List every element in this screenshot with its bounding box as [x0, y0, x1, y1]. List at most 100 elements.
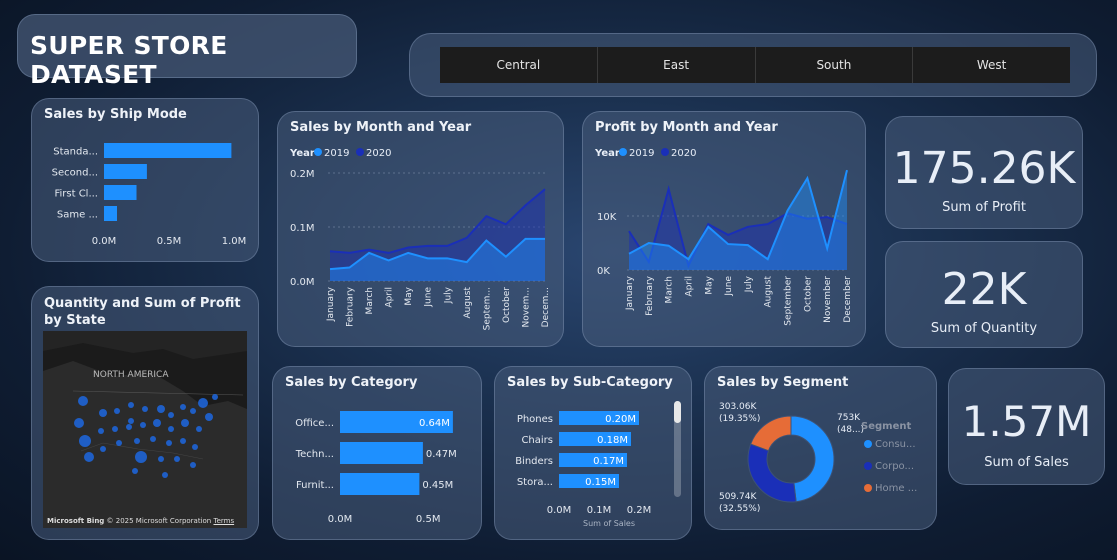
state-bubble[interactable] [168, 426, 174, 432]
map-svg: NORTH AMERICA [43, 331, 247, 528]
bar[interactable] [104, 164, 147, 179]
category-card[interactable]: Sales by Category Office... 0.64M Techn...… [272, 366, 482, 540]
bar[interactable] [104, 185, 137, 200]
sales-month-card[interactable]: Sales by Month and Year Year 2019 2020 0.0M… [277, 111, 564, 347]
profit-month-chart[interactable]: Year 2019 2020 0K 10K January February March Apr… [583, 112, 867, 348]
ship-mode-card[interactable]: Sales by Ship Mode Standa... Second... Fir… [31, 98, 259, 262]
bar-category-label: Same ... [57, 210, 98, 221]
subcategory-chart[interactable]: Phones 0.20M Chairs 0.18M Binders 0.17M Stora.… [495, 367, 693, 541]
subcategory-card[interactable]: Sales by Sub-Category Phones 0.20M Chairs 0… [494, 366, 692, 540]
state-bubble[interactable] [157, 405, 165, 413]
state-bubble[interactable] [112, 426, 118, 432]
axis-tick-label: 0.5M [157, 236, 182, 247]
x-tick-label: September [784, 276, 794, 326]
dashboard-title: SUPER STORE DATASET [30, 31, 228, 89]
category-chart[interactable]: Office... 0.64M Techn... 0.47M Furnit... 0.45… [273, 367, 483, 541]
x-tick-label: October [803, 276, 813, 312]
bar-category-label: Office... [295, 418, 334, 429]
land-shape [43, 361, 247, 528]
state-bubble[interactable] [190, 408, 196, 414]
state-bubble[interactable] [140, 422, 146, 428]
region-slicer-card: Central East South West [409, 33, 1097, 97]
map-credit: Microsoft Bing © 2025 Microsoft Corporat… [47, 517, 234, 525]
state-bubble[interactable] [126, 424, 132, 430]
region-slicer: Central East South West [440, 47, 1070, 83]
segment-chart[interactable]: 303.06K (19.35%) 753K (48...) 509.74K (32.55%… [705, 367, 938, 531]
state-bubble[interactable] [192, 444, 198, 450]
slicer-option-east[interactable]: East [597, 47, 756, 83]
state-bubble[interactable] [128, 418, 134, 424]
x-tick-label: April [385, 287, 395, 308]
scrollbar-thumb[interactable] [674, 401, 681, 423]
profit-month-card[interactable]: Profit by Month and Year Year 2019 2020 0K 1… [582, 111, 866, 347]
state-bubble[interactable] [181, 419, 189, 427]
donut-data-label: 303.06K [719, 402, 757, 412]
map-card[interactable]: Quantity and Sum of Profit by State NORT… [31, 286, 259, 540]
slicer-option-west[interactable]: West [913, 47, 1070, 83]
legend-item[interactable]: Consu... [875, 439, 916, 450]
bar[interactable] [340, 442, 423, 464]
legend-item[interactable]: 2020 [671, 148, 696, 159]
legend-marker [864, 440, 872, 448]
slicer-option-central[interactable]: Central [440, 47, 598, 83]
kpi-sales-value: 1.57M [961, 397, 1092, 446]
state-bubble[interactable] [79, 435, 91, 447]
state-bubble[interactable] [168, 412, 174, 418]
legend-item[interactable]: Home ... [875, 483, 917, 494]
state-bubble[interactable] [78, 396, 88, 406]
x-tick-label: November [823, 276, 833, 323]
donut-data-label: 509.74K [719, 492, 757, 502]
slicer-option-south[interactable]: South [755, 47, 914, 83]
state-bubble[interactable] [190, 462, 196, 468]
x-tick-label: May [404, 286, 414, 305]
legend-item[interactable]: Corpo... [875, 461, 914, 472]
state-bubble[interactable] [98, 428, 104, 434]
state-bubble[interactable] [158, 456, 164, 462]
state-bubble[interactable] [150, 436, 156, 442]
bar[interactable] [340, 473, 420, 495]
donut-slice[interactable] [790, 415, 835, 503]
state-bubble[interactable] [205, 413, 213, 421]
state-bubble[interactable] [114, 408, 120, 414]
legend-item[interactable]: 2019 [629, 148, 654, 159]
state-bubble[interactable] [180, 438, 186, 444]
y-tick-label: 0.0M [290, 277, 315, 288]
subcategory-scrollbar[interactable] [674, 401, 681, 497]
map-credit-brand: Microsoft Bing [47, 517, 105, 525]
state-bubble[interactable] [212, 394, 218, 400]
legend-item[interactable]: 2020 [366, 148, 391, 159]
state-bubble[interactable] [99, 409, 107, 417]
bar-category-label: Binders [515, 456, 553, 467]
segment-card[interactable]: Sales by Segment 303.06K (19.35%) 753K (48.… [704, 366, 937, 530]
state-bubble[interactable] [116, 440, 122, 446]
x-tick-label: January [326, 286, 336, 322]
map-terms-link[interactable]: Terms [213, 517, 234, 525]
ship-mode-chart[interactable]: Standa... Second... First Cl... Same ... 0.0… [32, 99, 260, 263]
state-bubble[interactable] [74, 418, 84, 428]
state-bubble[interactable] [128, 402, 134, 408]
legend-marker [356, 148, 364, 156]
state-bubble[interactable] [180, 404, 186, 410]
state-bubble[interactable] [196, 426, 202, 432]
bar[interactable] [104, 206, 117, 221]
map-region-label: NORTH AMERICA [93, 370, 169, 380]
state-bubble[interactable] [166, 440, 172, 446]
state-bubble[interactable] [174, 456, 180, 462]
state-bubble[interactable] [84, 452, 94, 462]
bar-category-label: Techn... [295, 449, 334, 460]
state-bubble[interactable] [132, 468, 138, 474]
legend-title: Year [289, 148, 315, 159]
state-bubble[interactable] [162, 472, 168, 478]
state-bubble[interactable] [100, 446, 106, 452]
state-map[interactable]: NORTH AMERICA Microsoft Bing © 2025 Micr… [43, 331, 247, 528]
axis-tick-label: 0.0M [547, 505, 572, 516]
state-bubble[interactable] [142, 406, 148, 412]
state-bubble[interactable] [198, 398, 208, 408]
state-bubble[interactable] [134, 438, 140, 444]
state-bubble[interactable] [153, 419, 161, 427]
kpi-quantity-label: Sum of Quantity [930, 321, 1038, 336]
bar[interactable] [104, 143, 232, 158]
sales-month-chart[interactable]: Year 2019 2020 0.0M 0.1M 0.2M January February M… [278, 112, 565, 348]
state-bubble[interactable] [135, 451, 147, 463]
legend-item[interactable]: 2019 [324, 148, 349, 159]
